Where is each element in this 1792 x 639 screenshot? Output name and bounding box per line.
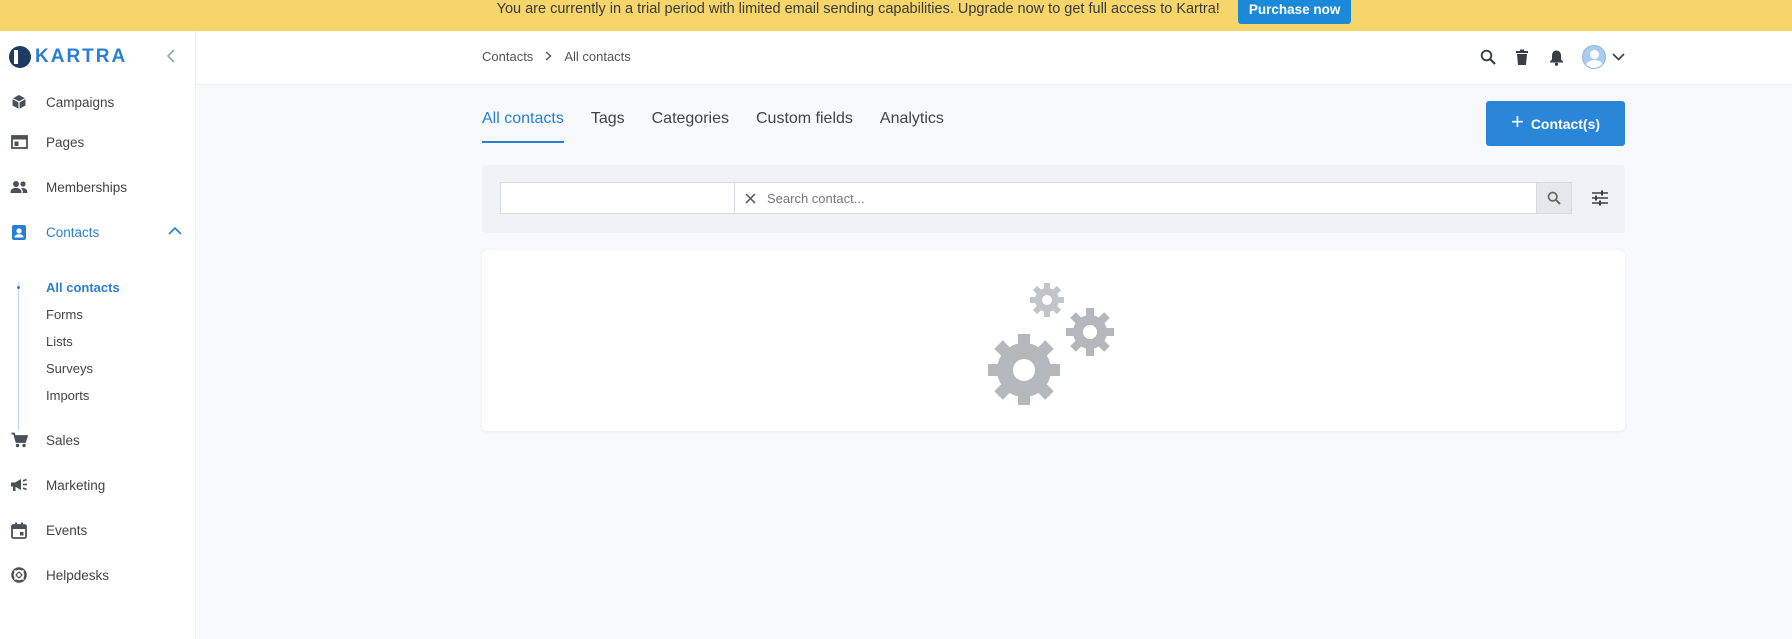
- trial-banner-text: You are currently in a trial period with…: [496, 1, 1220, 17]
- chevron-up-icon: [168, 223, 182, 241]
- submenu-guide-line: [18, 282, 19, 430]
- sidebar-item-helpdesks[interactable]: Helpdesks: [0, 560, 195, 590]
- submenu-active-dot: [17, 286, 20, 289]
- search-box: [734, 182, 1552, 214]
- trial-banner: You are currently in a trial period with…: [0, 0, 1792, 31]
- chevron-right-icon: [545, 49, 552, 64]
- sidebar-item-sales[interactable]: Sales: [0, 425, 195, 455]
- kartra-logo[interactable]: KARTRA: [9, 46, 127, 68]
- sidebar-subitem-lists[interactable]: Lists: [46, 334, 73, 349]
- loading-gears-icon: [988, 283, 1114, 405]
- browser-window-icon: [10, 133, 28, 151]
- add-contacts-label: Contact(s): [1530, 115, 1601, 132]
- search-icon: [1547, 191, 1561, 205]
- add-contacts-button[interactable]: + Contact(s): [1486, 101, 1625, 146]
- tab-custom-fields[interactable]: Custom fields: [756, 110, 853, 143]
- search-field-select[interactable]: [500, 182, 734, 214]
- sidebar-item-label: Events: [46, 522, 88, 538]
- filter-sliders-icon[interactable]: [1589, 187, 1611, 209]
- clear-icon[interactable]: [735, 192, 765, 204]
- lifebuoy-icon: [10, 566, 28, 584]
- sidebar-item-marketing[interactable]: Marketing: [0, 470, 195, 500]
- chevron-down-icon[interactable]: [1612, 48, 1625, 66]
- tab-tags[interactable]: Tags: [591, 110, 625, 143]
- top-header: Contacts All contacts: [196, 31, 1792, 85]
- sidebar-item-label: Marketing: [46, 477, 106, 493]
- megaphone-icon: [10, 476, 28, 494]
- calendar-icon: [10, 521, 28, 539]
- sidebar-subitem-all-contacts[interactable]: All contacts: [46, 280, 120, 295]
- sidebar-item-label: Pages: [46, 134, 85, 150]
- kartra-logo-icon: [9, 46, 31, 68]
- contact-card-icon: [10, 223, 28, 241]
- sidebar-item-label: Sales: [46, 432, 80, 448]
- sidebar-subitem-surveys[interactable]: Surveys: [46, 361, 93, 376]
- cube-icon: [10, 93, 28, 111]
- tab-all-contacts[interactable]: All contacts: [482, 110, 564, 143]
- people-icon: [10, 178, 28, 196]
- sidebar-item-contacts[interactable]: Contacts: [0, 217, 195, 247]
- bell-icon[interactable]: [1546, 47, 1566, 67]
- search-icon[interactable]: [1478, 47, 1498, 67]
- search-submit-button[interactable]: [1536, 182, 1572, 214]
- sidebar: KARTRA Campaigns Pages Memberships Conta…: [0, 31, 196, 639]
- collapse-sidebar-icon[interactable]: [165, 46, 177, 69]
- sidebar-item-label: Helpdesks: [46, 567, 110, 583]
- purchase-now-button[interactable]: Purchase now: [1237, 0, 1352, 24]
- breadcrumb: Contacts All contacts: [482, 49, 631, 64]
- sidebar-subitem-imports[interactable]: Imports: [46, 388, 89, 403]
- sidebar-item-events[interactable]: Events: [0, 515, 195, 545]
- search-panel: [482, 165, 1625, 233]
- plus-icon: +: [1510, 109, 1524, 134]
- user-avatar[interactable]: [1582, 45, 1606, 69]
- trash-icon[interactable]: [1512, 47, 1532, 67]
- contacts-loading-panel: [482, 250, 1625, 431]
- breadcrumb-contacts-link[interactable]: Contacts: [482, 49, 533, 64]
- tab-analytics[interactable]: Analytics: [880, 110, 944, 143]
- sidebar-item-label: Memberships: [46, 179, 128, 195]
- sidebar-item-memberships[interactable]: Memberships: [0, 172, 195, 202]
- cart-icon: [10, 431, 28, 449]
- sidebar-item-campaigns[interactable]: Campaigns: [0, 87, 195, 117]
- search-input[interactable]: [767, 190, 1467, 206]
- sidebar-subitem-forms[interactable]: Forms: [46, 307, 83, 322]
- header-actions: [1478, 45, 1625, 69]
- sidebar-item-pages[interactable]: Pages: [0, 127, 195, 157]
- kartra-logo-text: KARTRA: [35, 46, 128, 67]
- breadcrumb-current: All contacts: [564, 49, 631, 64]
- contacts-tabs: All contacts Tags Categories Custom fiel…: [482, 110, 971, 143]
- sidebar-item-label: Campaigns: [46, 94, 115, 110]
- tab-categories[interactable]: Categories: [652, 110, 729, 143]
- sidebar-item-label: Contacts: [46, 224, 100, 240]
